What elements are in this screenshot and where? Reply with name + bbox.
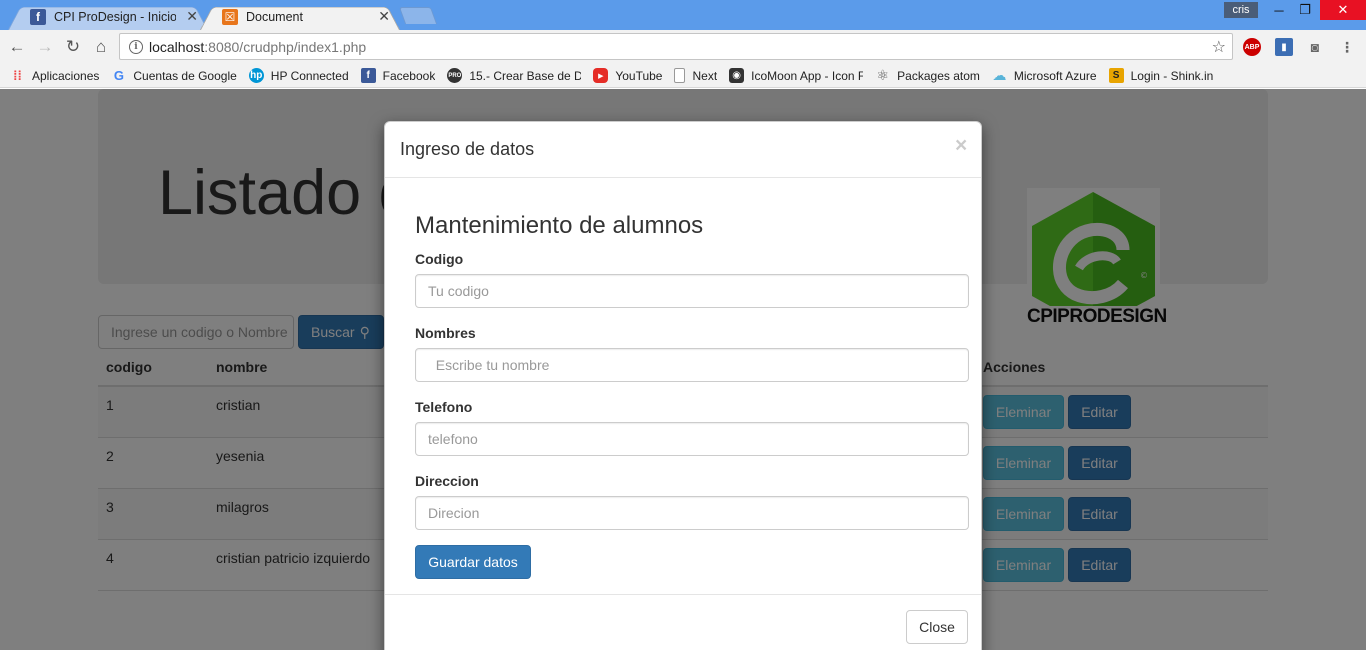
menu-icon[interactable]: ⋮ bbox=[1338, 38, 1356, 56]
nombres-label: Nombres bbox=[415, 325, 476, 341]
atom-icon: ⚛ bbox=[876, 67, 889, 83]
codigo-label: Codigo bbox=[415, 251, 464, 267]
bookmark-ext-icon[interactable]: ▮ bbox=[1275, 38, 1293, 56]
address-bar[interactable]: i localhost:8080/crudphp/index1.php ☆ bbox=[119, 33, 1233, 60]
cloud-icon: ☁ bbox=[992, 67, 1007, 83]
bookmark-aplicaciones[interactable]: ⁞⁞ Aplicaciones bbox=[10, 68, 99, 83]
bookmark-icomoon[interactable]: ◉ IcoMoon App - Icon F bbox=[729, 68, 863, 83]
facebook-icon: f bbox=[30, 8, 46, 25]
pro-icon: PRO bbox=[447, 68, 463, 83]
bookmark-azure[interactable]: ☁ Microsoft Azure bbox=[992, 67, 1096, 83]
close-icon[interactable]: ✕ bbox=[186, 8, 198, 25]
close-button[interactable]: Close bbox=[906, 610, 968, 644]
browser-titlebar: f CPI ProDesign - Inicio ✕ ☒ Document ✕ … bbox=[0, 0, 1366, 30]
google-icon: G bbox=[113, 68, 124, 83]
back-icon[interactable]: ← bbox=[6, 36, 28, 58]
tab-title: CPI ProDesign - Inicio bbox=[54, 9, 177, 24]
bookmark-atom[interactable]: ⚛ Packages atom bbox=[875, 67, 980, 83]
youtube-icon: ▶ bbox=[593, 68, 609, 83]
forward-icon[interactable]: → bbox=[34, 36, 56, 58]
apps-grid-icon: ⁞⁞ bbox=[13, 68, 22, 83]
bookmark-facebook[interactable]: f Facebook bbox=[360, 68, 435, 83]
home-icon[interactable]: ⌂ bbox=[90, 36, 112, 58]
adblock-icon[interactable]: ABP bbox=[1243, 38, 1261, 56]
nombres-input[interactable]: Escribe tu nombre bbox=[415, 348, 969, 382]
bookmark-star-icon[interactable]: ☆ bbox=[1212, 37, 1226, 57]
save-button[interactable]: Guardar datos bbox=[415, 545, 531, 579]
window-close-icon[interactable]: ✕ bbox=[1320, 0, 1366, 20]
profile-chip[interactable]: cris bbox=[1224, 2, 1258, 18]
browser-toolbar: ← → ↻ ⌂ i localhost:8080/crudphp/index1.… bbox=[0, 30, 1366, 64]
direccion-label: Direccion bbox=[415, 473, 479, 489]
hp-icon: hp bbox=[248, 68, 264, 83]
telefono-input[interactable]: telefono bbox=[415, 422, 969, 456]
bookmarks-bar: ⁞⁞ Aplicaciones G Cuentas de Google hp H… bbox=[0, 64, 1366, 88]
bookmark-crear-base[interactable]: PRO 15.- Crear Base de Da bbox=[447, 68, 581, 83]
telefono-label: Telefono bbox=[415, 399, 473, 415]
bookmark-next[interactable]: Next bbox=[674, 68, 717, 83]
data-entry-modal: Ingreso de datos × Mantenimiento de alum… bbox=[384, 121, 982, 650]
shinkin-icon: S bbox=[1108, 68, 1124, 83]
reload-icon[interactable]: ↻ bbox=[62, 36, 84, 58]
xampp-icon: ☒ bbox=[222, 8, 238, 25]
icomoon-icon: ◉ bbox=[729, 68, 745, 83]
codigo-input[interactable]: Tu codigo bbox=[415, 274, 969, 308]
bookmark-google[interactable]: G Cuentas de Google bbox=[111, 68, 237, 83]
modal-header: Ingreso de datos × bbox=[385, 122, 981, 178]
bookmark-hp[interactable]: hp HP Connected bbox=[248, 68, 349, 83]
camera-icon[interactable]: ◙ bbox=[1306, 38, 1324, 56]
url-text[interactable]: localhost:8080/crudphp/index1.php bbox=[149, 39, 1212, 55]
form-heading: Mantenimiento de alumnos bbox=[415, 212, 704, 239]
bookmark-shinkin[interactable]: S Login - Shink.in bbox=[1108, 68, 1213, 83]
modal-close-icon[interactable]: × bbox=[955, 134, 967, 158]
bookmark-youtube[interactable]: ▶ YouTube bbox=[593, 68, 662, 83]
tab-title: Document bbox=[246, 9, 303, 24]
new-tab-button[interactable] bbox=[402, 7, 434, 24]
direccion-input[interactable]: Direcion bbox=[415, 496, 969, 530]
close-icon[interactable]: ✕ bbox=[378, 8, 390, 25]
page-icon bbox=[674, 68, 686, 83]
modal-title: Ingreso de datos bbox=[400, 139, 535, 159]
facebook-icon: f bbox=[360, 68, 376, 83]
browser-tab-cpi[interactable]: f CPI ProDesign - Inicio ✕ bbox=[8, 3, 208, 30]
info-icon[interactable]: i bbox=[129, 39, 143, 54]
browser-tab-document[interactable]: ☒ Document ✕ bbox=[200, 3, 400, 30]
